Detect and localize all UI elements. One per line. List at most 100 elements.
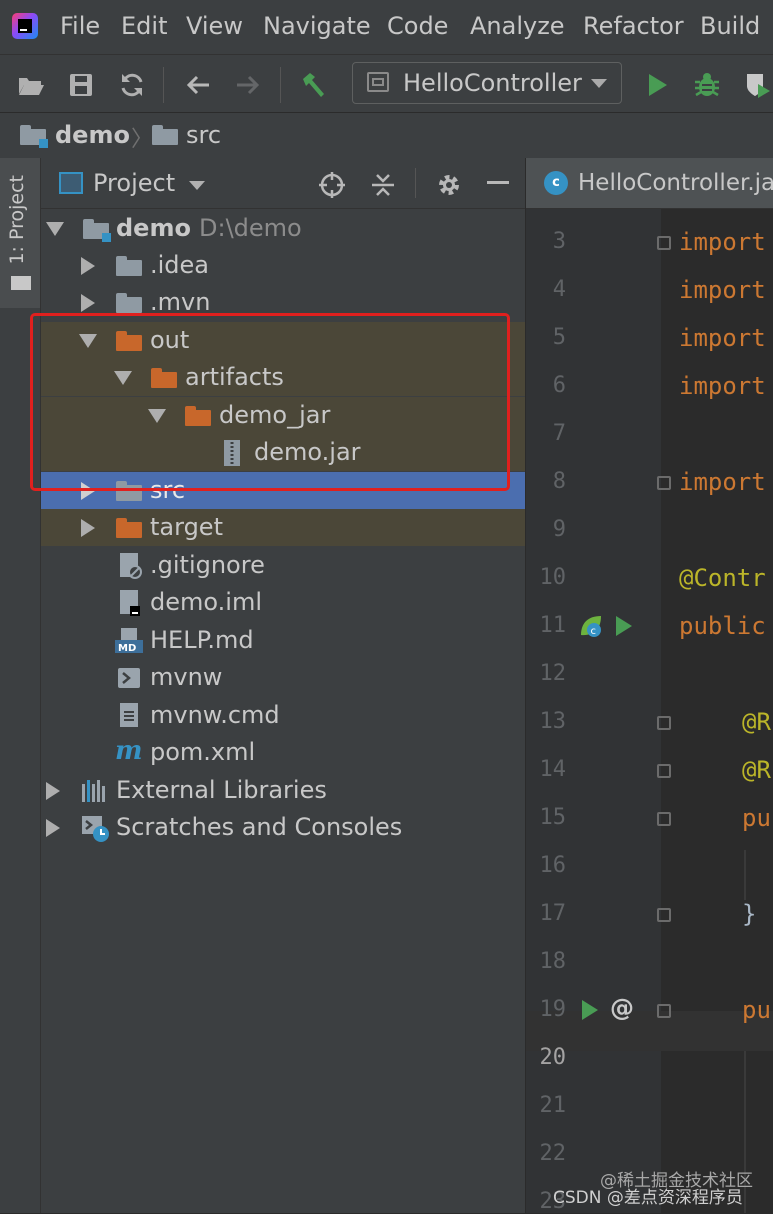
menu-file[interactable]: File [60, 12, 100, 40]
line-number: 6 [552, 373, 566, 398]
gear-icon[interactable] [434, 170, 464, 200]
run-method-icon[interactable] [582, 1000, 598, 1020]
menu-build[interactable]: Build [700, 12, 760, 40]
fold-marker-icon[interactable] [657, 764, 671, 778]
menu-view[interactable]: View [186, 12, 243, 40]
code-line: @R [742, 708, 771, 736]
tree-row-target[interactable]: target [41, 509, 525, 546]
minimize-icon[interactable] [487, 181, 509, 184]
application-config-icon [367, 72, 389, 92]
run-class-icon[interactable] [616, 616, 632, 636]
spring-bean-icon[interactable]: c [578, 613, 604, 639]
fold-marker-icon[interactable] [657, 908, 671, 922]
collapsed-arrow-icon[interactable] [81, 257, 95, 275]
editor-tab-hello-controller[interactable]: c HelloController.ja [526, 158, 773, 208]
tree-row-gitignore[interactable]: .gitignore [41, 547, 525, 584]
collapsed-arrow-icon[interactable] [81, 519, 95, 537]
line-number: 18 [539, 949, 567, 974]
breadcrumb: demo 〉 src [0, 112, 773, 159]
menu-analyze[interactable]: Analyze [470, 12, 565, 40]
tree-item-label: External Libraries [116, 776, 327, 804]
scratches-icon [81, 815, 111, 843]
fold-marker-icon[interactable] [657, 236, 671, 250]
back-icon[interactable] [183, 70, 213, 100]
line-number: 10 [539, 565, 567, 590]
menu-code[interactable]: Code [387, 12, 448, 40]
forward-icon[interactable] [233, 70, 263, 100]
breadcrumb-item-src[interactable]: src [186, 121, 221, 149]
tree-row-demo-iml[interactable]: demo.iml [41, 584, 525, 621]
intellij-logo-icon [12, 13, 38, 39]
line-number: 22 [539, 1141, 567, 1166]
run-configuration-label: HelloController [403, 69, 582, 97]
line-number: 3 [552, 229, 566, 254]
code-line: import [679, 276, 766, 304]
tree-row-mvnw-cmd[interactable]: mvnw.cmd [41, 697, 525, 734]
fold-marker-icon[interactable] [657, 716, 671, 730]
expand-arrow-icon[interactable] [46, 222, 64, 236]
folder-icon [116, 256, 142, 276]
chevron-down-icon [591, 79, 607, 88]
run-configuration-dropdown[interactable]: HelloController [352, 62, 622, 104]
svg-text:MD: MD [118, 643, 136, 654]
line-number: 17 [539, 901, 567, 926]
coverage-icon[interactable] [742, 70, 772, 100]
header-separator [415, 168, 416, 198]
maven-icon: m [115, 736, 143, 766]
chevron-down-icon[interactable] [189, 181, 205, 190]
code-line: import [679, 468, 766, 496]
menu-refactor[interactable]: Refactor [583, 12, 684, 40]
tree-item-label: .idea [150, 251, 210, 279]
run-icon[interactable] [642, 70, 672, 100]
sync-icon[interactable] [117, 70, 147, 100]
line-number: 11 [539, 613, 567, 638]
open-folder-icon[interactable] [16, 70, 46, 100]
request-mapping-icon[interactable]: @ [610, 994, 634, 1022]
code-line: public [679, 612, 766, 640]
excluded-folder-icon [116, 518, 142, 538]
breadcrumb-item-demo[interactable]: demo [55, 121, 130, 149]
tree-row-demo[interactable]: demo D:\demo [41, 210, 525, 247]
collapsed-arrow-icon[interactable] [81, 294, 95, 312]
markdown-file-icon: MD [115, 628, 143, 654]
fold-marker-icon[interactable] [657, 1004, 671, 1018]
fold-marker-icon[interactable] [657, 476, 671, 490]
tree-row-idea[interactable]: .idea [41, 247, 525, 284]
tree-item-label: target [150, 513, 223, 541]
text-file-icon [120, 703, 138, 727]
fold-marker-icon[interactable] [657, 812, 671, 826]
collapse-all-icon[interactable] [368, 170, 398, 200]
tree-row-scratches[interactable]: Scratches and Consoles [41, 809, 525, 846]
tree-row-pom-xml[interactable]: m pom.xml [41, 734, 525, 771]
breadcrumb-separator: 〉 [131, 127, 154, 152]
code-line: pu [742, 996, 771, 1024]
code-line: pu [742, 804, 771, 832]
tree-item-path: D:\demo [199, 214, 302, 242]
tree-row-mvnw[interactable]: mvnw [41, 659, 525, 696]
gitignore-file-icon [120, 553, 142, 579]
locate-crosshair-icon[interactable] [317, 170, 347, 200]
tree-item-label: demo [116, 214, 191, 242]
menu-edit[interactable]: Edit [121, 12, 167, 40]
line-number: 9 [552, 517, 566, 542]
line-number: 16 [539, 853, 567, 878]
save-icon[interactable] [66, 70, 96, 100]
code-line: @R [742, 756, 771, 784]
project-view-selector[interactable]: Project [93, 169, 175, 197]
project-view-icon [59, 172, 83, 194]
line-number: 4 [552, 277, 566, 302]
tree-item-label: Scratches and Consoles [116, 813, 403, 841]
iml-file-icon [120, 590, 140, 616]
tree-row-external-libraries[interactable]: External Libraries [41, 772, 525, 809]
debug-icon[interactable] [692, 70, 722, 100]
tree-row-help-md[interactable]: MD HELP.md [41, 622, 525, 659]
menu-navigate[interactable]: Navigate [263, 12, 371, 40]
svg-text:c: c [591, 626, 597, 637]
toolbar-separator [280, 67, 281, 103]
line-number: 5 [552, 325, 566, 350]
line-number: 14 [539, 757, 567, 782]
collapsed-arrow-icon[interactable] [46, 782, 60, 800]
tree-item-label: mvnw.cmd [150, 701, 280, 729]
collapsed-arrow-icon[interactable] [46, 819, 60, 837]
build-hammer-icon[interactable] [298, 70, 328, 100]
